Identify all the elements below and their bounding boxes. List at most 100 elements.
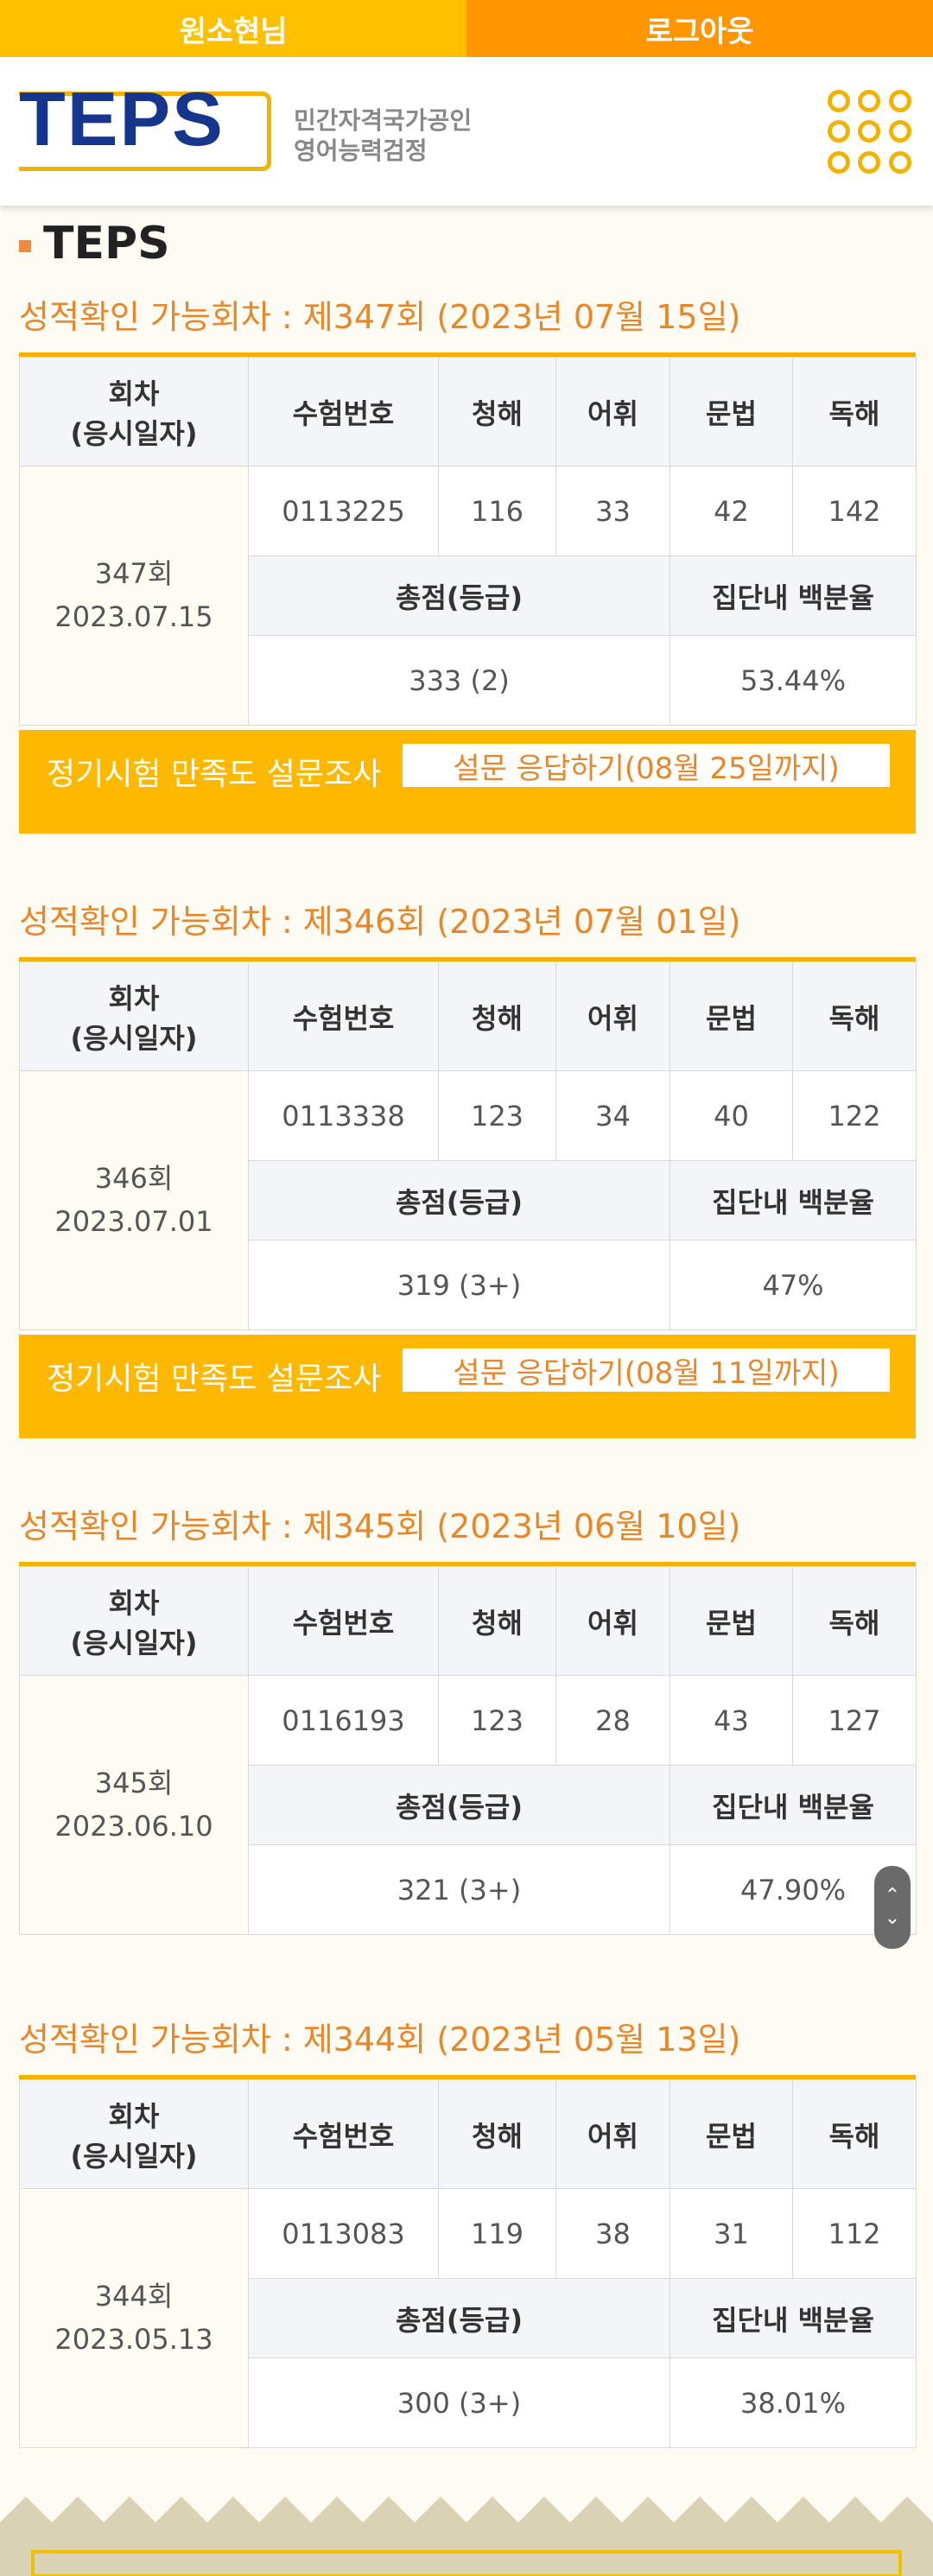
grammar-cell: 43 <box>670 1675 793 1766</box>
menu-dot-icon <box>858 90 881 112</box>
percentile-header: 집단내 백분율 <box>670 1765 917 1845</box>
col-round: 회차 (응시일자) <box>19 2079 249 2189</box>
col-vocabulary: 어휘 <box>555 2079 670 2189</box>
page-title-text: TEPS <box>43 218 170 270</box>
percentile-header: 집단내 백분율 <box>670 1160 917 1240</box>
total-cell: 321 (3+) <box>248 1844 670 1935</box>
page-title: TEPS <box>19 218 170 270</box>
col-round: 회차 (응시일자) <box>19 357 249 466</box>
exam-no-cell: 0116193 <box>248 1675 439 1766</box>
col-grammar: 문법 <box>670 357 793 466</box>
round-cell: 347회 2023.07.15 <box>19 466 249 726</box>
chevron-down-icon[interactable]: ⌄ <box>885 1907 900 1930</box>
col-grammar: 문법 <box>670 961 793 1071</box>
total-cell: 319 (3+) <box>248 1240 670 1330</box>
reading-cell: 142 <box>792 466 917 556</box>
exam-no-cell: 0113338 <box>248 1070 439 1161</box>
col-vocabulary: 어휘 <box>555 961 670 1071</box>
vocabulary-cell: 28 <box>555 1675 670 1766</box>
score-table: 회차 (응시일자) 수험번호 청해 어휘 문법 독해 344회 2023.05.1… <box>19 2075 917 2448</box>
round-cell: 345회 2023.06.10 <box>19 1675 249 1935</box>
reading-cell: 127 <box>792 1675 917 1766</box>
logout-button[interactable]: 로그아웃 <box>466 0 933 57</box>
session-heading: 성적확인 가능회차 : 제347회 (2023년 07월 15일) <box>19 298 741 336</box>
menu-dot-icon <box>858 120 881 143</box>
col-reading: 독해 <box>792 357 917 466</box>
reading-cell: 122 <box>792 1070 917 1161</box>
score-table: 회차 (응시일자) 수험번호 청해 어휘 문법 독해 346회 2023.07.0… <box>19 957 917 1330</box>
logo-subtitle-line1: 민간자격국가공인 <box>294 106 473 135</box>
session-heading: 성적확인 가능회차 : 제346회 (2023년 07월 01일) <box>19 903 741 941</box>
menu-dot-icon <box>828 120 850 143</box>
round-cell: 346회 2023.07.01 <box>19 1070 249 1330</box>
top-bar: 원소현님 로그아웃 <box>0 0 933 57</box>
percentile-cell: 47% <box>670 1240 917 1330</box>
user-name-button[interactable]: 원소현님 <box>0 0 466 57</box>
grammar-cell: 31 <box>670 2188 793 2279</box>
grammar-cell: 42 <box>670 466 793 556</box>
percentile-header: 집단내 백분율 <box>670 2278 917 2358</box>
menu-dot-icon <box>828 90 850 112</box>
col-grammar: 문법 <box>670 1566 793 1676</box>
menu-dot-icon <box>828 150 850 174</box>
menu-dot-icon <box>888 120 911 143</box>
col-round: 회차 (응시일자) <box>19 1566 249 1676</box>
grammar-cell: 40 <box>670 1070 793 1161</box>
col-listening: 청해 <box>438 1566 556 1676</box>
col-listening: 청해 <box>438 2079 556 2189</box>
total-cell: 300 (3+) <box>248 2357 670 2448</box>
col-vocabulary: 어휘 <box>555 1566 670 1676</box>
site-header: TEPS 민간자격국가공인 영어능력검정 <box>0 57 933 206</box>
survey-banner: 정기시험 만족도 설문조사 설문 응답하기(08월 11일까지) <box>19 1335 916 1438</box>
listening-cell: 116 <box>438 466 556 556</box>
logo-subtitle-line2: 영어능력검정 <box>294 136 428 165</box>
total-cell: 333 (2) <box>248 635 670 726</box>
col-listening: 청해 <box>438 357 556 466</box>
col-reading: 독해 <box>792 1566 917 1676</box>
vocabulary-cell: 33 <box>555 466 670 556</box>
chevron-up-icon[interactable]: ⌃ <box>885 1885 900 1907</box>
vocabulary-cell: 38 <box>555 2188 670 2279</box>
score-table: 회차 (응시일자) 수험번호 청해 어휘 문법 독해 347회 2023.07.1… <box>19 352 917 726</box>
col-exam-no: 수험번호 <box>248 2079 439 2189</box>
menu-grid-icon[interactable] <box>828 90 914 176</box>
survey-button[interactable]: 설문 응답하기(08월 25일까지) <box>401 742 892 789</box>
listening-cell: 119 <box>438 2188 556 2279</box>
percentile-cell: 38.01% <box>670 2357 917 2448</box>
teps-logo[interactable]: TEPS <box>19 81 225 157</box>
survey-banner: 정기시험 만족도 설문조사 설문 응답하기(08월 25일까지) <box>19 730 916 834</box>
survey-label: 정기시험 만족도 설문조사 <box>47 757 382 792</box>
reading-cell: 112 <box>792 2188 917 2279</box>
title-bullet-icon <box>19 240 31 252</box>
percentile-header: 집단내 백분율 <box>670 555 917 636</box>
total-header: 총점(등급) <box>248 1765 670 1845</box>
survey-label: 정기시험 만족도 설문조사 <box>47 1361 382 1397</box>
menu-dot-icon <box>858 150 881 174</box>
col-reading: 독해 <box>792 2079 917 2189</box>
col-exam-no: 수험번호 <box>248 961 439 1071</box>
menu-dot-icon <box>888 150 911 174</box>
logo-subtitle: 민간자격국가공인 영어능력검정 <box>294 105 472 166</box>
scroll-control[interactable]: ⌃ ⌄ <box>874 1866 911 1949</box>
total-header: 총점(등급) <box>248 1160 670 1240</box>
exam-no-cell: 0113083 <box>248 2188 439 2279</box>
score-table: 회차 (응시일자) 수험번호 청해 어휘 문법 독해 345회 2023.06.1… <box>19 1562 917 1935</box>
col-listening: 청해 <box>438 961 556 1071</box>
col-reading: 독해 <box>792 961 917 1071</box>
vocabulary-cell: 34 <box>555 1070 670 1161</box>
session-heading: 성적확인 가능회차 : 제344회 (2023년 05월 13일) <box>19 2021 741 2059</box>
total-header: 총점(등급) <box>248 2278 670 2358</box>
col-round: 회차 (응시일자) <box>19 961 249 1071</box>
percentile-cell: 53.44% <box>670 635 917 726</box>
col-grammar: 문법 <box>670 2079 793 2189</box>
listening-cell: 123 <box>438 1070 556 1161</box>
exam-no-cell: 0113225 <box>248 466 439 556</box>
total-header: 총점(등급) <box>248 555 670 636</box>
col-vocabulary: 어휘 <box>555 357 670 466</box>
listening-cell: 123 <box>438 1675 556 1766</box>
menu-dot-icon <box>888 90 911 112</box>
footer-zigzag <box>0 2497 933 2576</box>
survey-button[interactable]: 설문 응답하기(08월 11일까지) <box>401 1347 892 1393</box>
session-heading: 성적확인 가능회차 : 제345회 (2023년 06월 10일) <box>19 1507 741 1545</box>
col-exam-no: 수험번호 <box>248 1566 439 1676</box>
